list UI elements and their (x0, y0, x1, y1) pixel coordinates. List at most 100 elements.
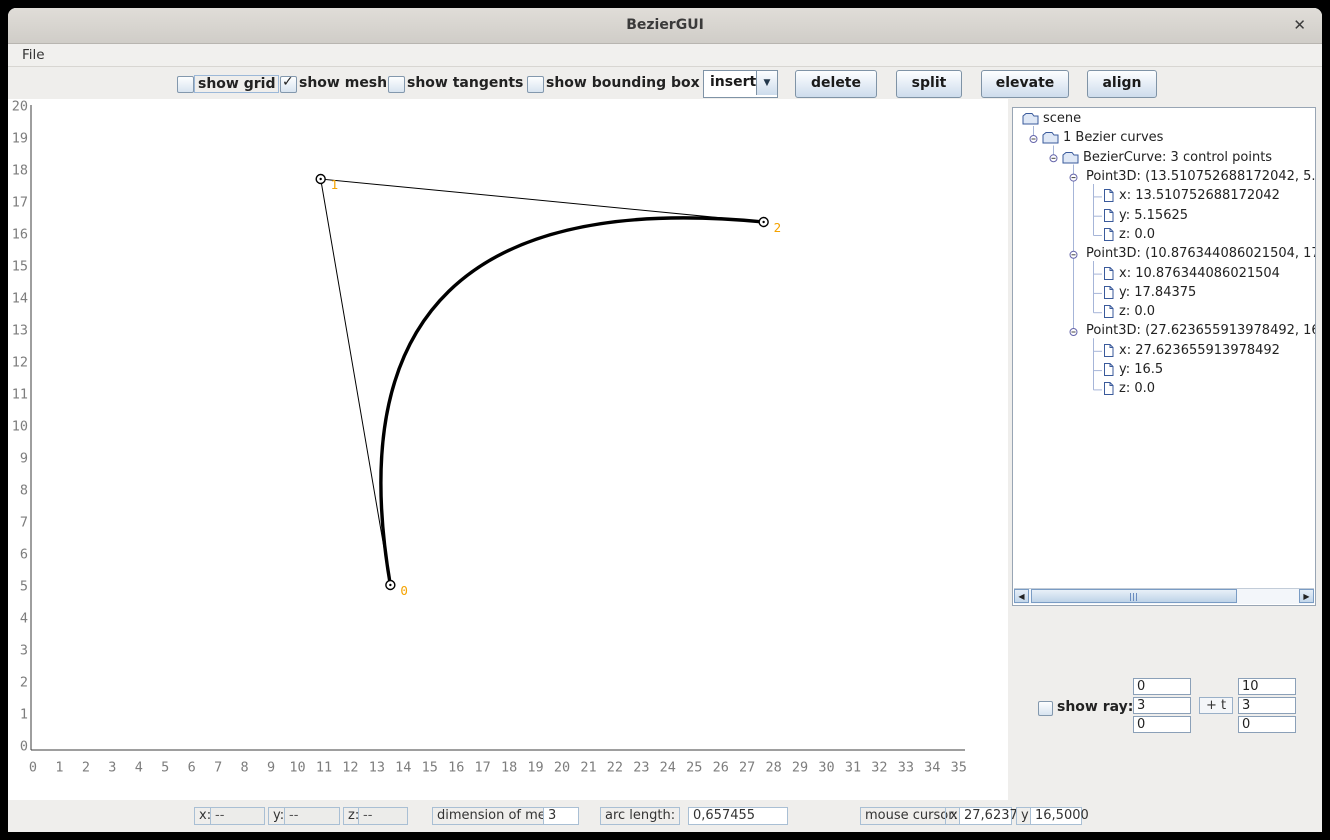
svg-text:32: 32 (871, 760, 887, 776)
file-icon (1102, 266, 1115, 281)
ray-origin-y-field[interactable] (1133, 697, 1191, 714)
tree-row-coord[interactable]: x: 27.623655913978492 (1014, 341, 1314, 360)
svg-text:0: 0 (29, 760, 37, 776)
bezier-canvas[interactable]: 0123456789101112131415161718192021222324… (8, 99, 1008, 800)
svg-text:2: 2 (82, 760, 90, 776)
svg-text:16: 16 (448, 760, 464, 776)
tree-row-point3d[interactable]: Point3D: (13.510752688172042, 5.15625, 0… (1014, 167, 1314, 186)
file-icon (1102, 208, 1115, 223)
svg-text:13: 13 (369, 760, 385, 776)
ray-direction-y-field[interactable] (1238, 697, 1296, 714)
tree-row-scene[interactable]: scene (1014, 109, 1314, 128)
arc-length-field[interactable]: 0,657455 (688, 807, 788, 825)
show-tangents-checkbox[interactable] (388, 76, 405, 93)
ray-origin-z-field[interactable] (1133, 716, 1191, 733)
show-mesh-checkbox[interactable]: ✓ (280, 76, 297, 93)
file-icon (1102, 362, 1115, 377)
svg-text:17: 17 (12, 195, 28, 211)
scene-tree-panel: scene 1 Bezier curves BezierCurve: 3 con… (1012, 107, 1316, 606)
ray-plus-t-label: + t (1199, 697, 1233, 714)
show-grid-label[interactable]: show grid (194, 75, 279, 93)
svg-text:0: 0 (20, 739, 28, 755)
tree-row-coord[interactable]: z: 0.0 (1014, 302, 1314, 321)
tree-row-coord[interactable]: x: 10.876344086021504 (1014, 263, 1314, 282)
show-ray-checkbox[interactable] (1038, 701, 1053, 716)
ray-direction-z-field[interactable] (1238, 716, 1296, 733)
close-icon[interactable]: ✕ (1293, 16, 1306, 34)
svg-text:2: 2 (774, 220, 782, 235)
svg-text:19: 19 (527, 760, 543, 776)
tree-row-beziercurve[interactable]: BezierCurve: 3 control points (1014, 148, 1314, 167)
ray-origin-x-field[interactable] (1133, 678, 1191, 695)
menu-bar: File (8, 44, 1322, 67)
file-icon (1102, 285, 1115, 300)
tree-row-coord[interactable]: z: 0.0 (1014, 225, 1314, 244)
svg-text:2: 2 (20, 675, 28, 691)
show-grid-checkbox[interactable] (177, 76, 194, 93)
y-value-field[interactable]: -- (284, 807, 340, 825)
tree-row-coord[interactable]: y: 16.5 (1014, 360, 1314, 379)
svg-text:29: 29 (792, 760, 808, 776)
svg-text:6: 6 (20, 547, 28, 563)
split-button[interactable]: split (896, 70, 962, 98)
svg-text:14: 14 (395, 760, 411, 776)
mesh-dimension-field[interactable]: 3 (543, 807, 579, 825)
tree-row-coord[interactable]: y: 17.84375 (1014, 283, 1314, 302)
svg-text:10: 10 (289, 760, 305, 776)
svg-text:31: 31 (845, 760, 861, 776)
tree-rows: scene 1 Bezier curves BezierCurve: 3 con… (1014, 109, 1314, 398)
show-mesh-label[interactable]: show mesh (299, 75, 387, 91)
svg-text:22: 22 (607, 760, 623, 776)
scroll-right-icon[interactable]: ▶ (1299, 589, 1314, 603)
svg-text:15: 15 (422, 760, 438, 776)
tree-row-coord[interactable]: z: 0.0 (1014, 379, 1314, 398)
svg-text:18: 18 (12, 163, 28, 179)
tree-row-coord[interactable]: y: 5.15625 (1014, 205, 1314, 224)
file-icon (1102, 188, 1115, 203)
chevron-down-icon[interactable]: ▼ (756, 71, 777, 95)
cursor-x-field[interactable]: 27,6237 (959, 807, 1012, 825)
elevate-button[interactable]: elevate (981, 70, 1069, 98)
tree-row-point3d[interactable]: Point3D: (10.876344086021504, 17.84375, … (1014, 244, 1314, 263)
tree-horizontal-scrollbar[interactable]: ◀ ▶ (1014, 588, 1314, 604)
svg-text:26: 26 (713, 760, 729, 776)
window-title: BezierGUI (8, 17, 1322, 33)
svg-text:3: 3 (108, 760, 116, 776)
show-bounding-box-checkbox[interactable] (527, 76, 544, 93)
svg-text:9: 9 (267, 760, 275, 776)
scrollbar-thumb[interactable] (1031, 589, 1237, 603)
svg-text:9: 9 (20, 451, 28, 467)
svg-text:28: 28 (765, 760, 781, 776)
ray-direction-x-field[interactable] (1238, 678, 1296, 695)
svg-text:12: 12 (342, 760, 358, 776)
app-window: BezierGUI ✕ File show grid ✓ show mesh s… (8, 8, 1322, 832)
svg-text:17: 17 (475, 760, 491, 776)
tree-row-coord[interactable]: x: 13.510752688172042 (1014, 186, 1314, 205)
align-button[interactable]: align (1087, 70, 1157, 98)
cursor-y-field[interactable]: 16,5000 (1030, 807, 1082, 825)
check-icon: ✓ (282, 74, 294, 90)
svg-text:4: 4 (20, 611, 28, 627)
svg-text:23: 23 (633, 760, 649, 776)
x-value-field[interactable]: -- (210, 807, 265, 825)
scrollbar-grip (1130, 593, 1137, 601)
insert-combobox[interactable]: insert ▼ (703, 70, 778, 98)
svg-text:30: 30 (818, 760, 834, 776)
show-bounding-box-label[interactable]: show bounding box (546, 75, 700, 91)
svg-text:11: 11 (316, 760, 332, 776)
svg-text:12: 12 (12, 355, 28, 371)
menu-file[interactable]: File (18, 47, 49, 63)
z-value-field[interactable]: -- (358, 807, 408, 825)
svg-text:33: 33 (898, 760, 914, 776)
file-icon (1102, 343, 1115, 358)
tree-row-curves[interactable]: 1 Bezier curves (1014, 128, 1314, 147)
show-tangents-label[interactable]: show tangents (407, 75, 523, 91)
insert-combobox-value: insert (710, 74, 756, 90)
svg-text:7: 7 (20, 515, 28, 531)
svg-text:13: 13 (12, 323, 28, 339)
delete-button[interactable]: delete (795, 70, 877, 98)
svg-text:18: 18 (501, 760, 517, 776)
svg-text:19: 19 (12, 131, 28, 147)
tree-row-point3d[interactable]: Point3D: (27.623655913978492, 16.5, 0.0) (1014, 321, 1314, 340)
scroll-left-icon[interactable]: ◀ (1014, 589, 1029, 603)
